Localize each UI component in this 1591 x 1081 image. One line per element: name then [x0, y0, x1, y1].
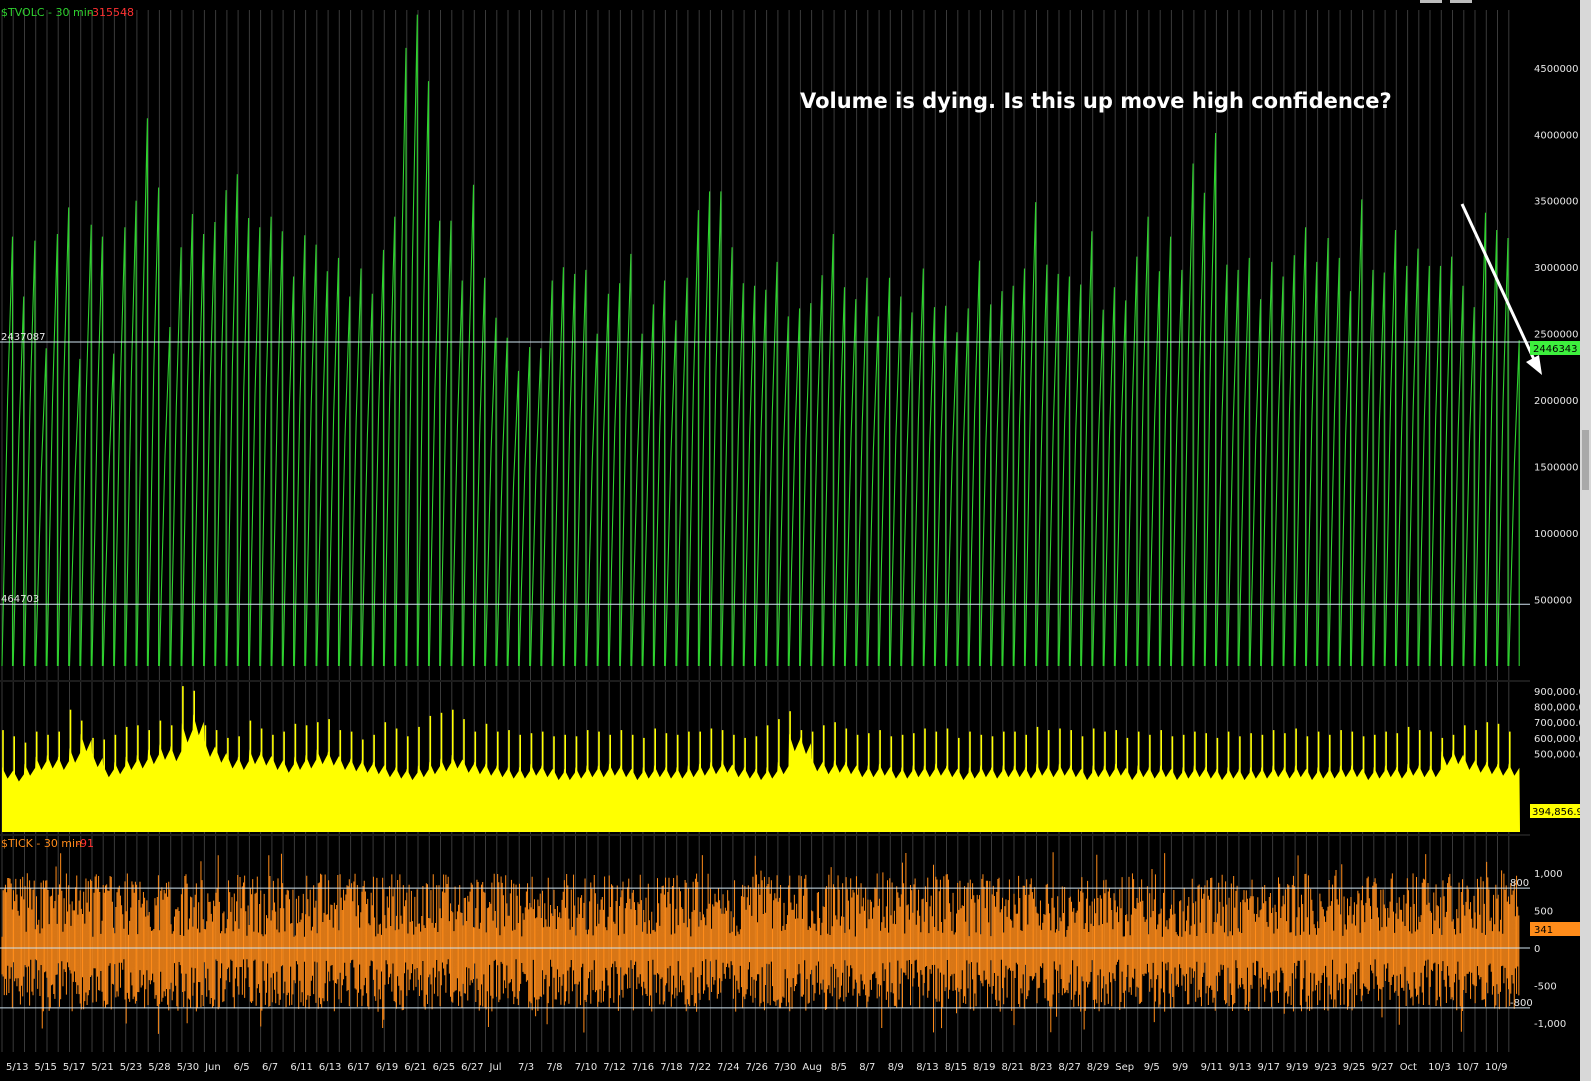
tick-y-tick: 0 [1534, 944, 1540, 955]
x-tick-label: Aug [802, 1062, 822, 1073]
x-tick-label: Jun [204, 1062, 221, 1073]
x-tick-label: 9/9 [1172, 1062, 1188, 1073]
x-tick-label: 6/17 [347, 1062, 369, 1073]
tvolc-y-tick: 3500000 [1534, 197, 1579, 208]
x-tick-label: 8/9 [888, 1062, 904, 1073]
tick-y-tick: -500 [1534, 982, 1557, 993]
x-tick-label: 5/21 [91, 1062, 113, 1073]
x-tick-label: Jul [489, 1062, 502, 1073]
tick-series-label: $TICK - 30 min [1, 837, 82, 850]
x-tick-label: 9/25 [1343, 1062, 1365, 1073]
x-tick-label: 6/7 [262, 1062, 278, 1073]
x-tick-label: 9/17 [1258, 1062, 1280, 1073]
vertical-scrollbar[interactable] [1580, 0, 1591, 1081]
chart-annotation: Volume is dying. Is this up move high co… [800, 89, 1392, 113]
tvolc-y-tick: 500000 [1534, 596, 1572, 607]
tvolc-last-value-tag: 2446343 [1530, 341, 1582, 355]
tvolc-y-tick: 4500000 [1534, 64, 1579, 75]
x-tick-label: 5/17 [63, 1062, 85, 1073]
tvolc-y-tick: 3000000 [1534, 263, 1579, 274]
x-tick-label: 8/27 [1058, 1062, 1080, 1073]
tick-y-tick: 500 [1534, 907, 1553, 918]
window-control[interactable] [1450, 0, 1472, 3]
tvolc-y-tick: 4000000 [1534, 130, 1579, 141]
tvolc-y-tick: 2000000 [1534, 396, 1579, 407]
scrollbar-thumb[interactable] [1582, 430, 1589, 490]
x-tick-label: 7/24 [717, 1062, 739, 1073]
x-tick-label: 10/9 [1485, 1062, 1507, 1073]
x-tick-label: 6/19 [376, 1062, 398, 1073]
x-tick-label: 8/5 [831, 1062, 847, 1073]
window-control[interactable] [1420, 0, 1442, 3]
x-tick-label: 5/23 [120, 1062, 142, 1073]
tvolc-reference-label: 464703 [1, 594, 39, 605]
tvolc-reference-label: 2437087 [1, 332, 46, 343]
x-tick-label: 9/19 [1286, 1062, 1308, 1073]
x-tick-label: 9/11 [1201, 1062, 1223, 1073]
x-tick-label: 7/16 [632, 1062, 654, 1073]
x-tick-label: 8/21 [1002, 1062, 1024, 1073]
x-tick-label: 6/25 [433, 1062, 455, 1073]
tick-last-value: 341 [1534, 925, 1553, 936]
x-tick-label: 6/13 [319, 1062, 341, 1073]
tick-series-value: -91 [76, 837, 94, 850]
x-tick-label: 9/5 [1144, 1062, 1160, 1073]
x-tick-label: 9/13 [1229, 1062, 1251, 1073]
chart-canvas: 2437087 464703 4500000 4000000 3500000 30000… [0, 0, 1591, 1081]
x-tick-label: 9/23 [1314, 1062, 1336, 1073]
x-tick-label: 8/19 [973, 1062, 995, 1073]
x-tick-label: 8/29 [1087, 1062, 1109, 1073]
x-tick-label: 7/10 [575, 1062, 597, 1073]
x-tick-label: Sep [1115, 1062, 1134, 1073]
tick-reference-label: -800 [1510, 998, 1533, 1009]
x-tick-label: 8/7 [859, 1062, 875, 1073]
x-tick-label: 10/3 [1428, 1062, 1450, 1073]
tick-y-tick: 1,000 [1534, 869, 1563, 880]
x-tick-label: 7/18 [660, 1062, 682, 1073]
x-tick-label: 8/23 [1030, 1062, 1052, 1073]
tick-y-tick: -1,000 [1534, 1019, 1566, 1030]
x-tick-label: 5/15 [34, 1062, 56, 1073]
tvolc-y-tick: 1000000 [1534, 529, 1579, 540]
x-tick-label: 6/5 [234, 1062, 250, 1073]
x-tick-label: 9/27 [1371, 1062, 1393, 1073]
x-tick-label: 7/8 [546, 1062, 562, 1073]
x-tick-label: 5/13 [6, 1062, 28, 1073]
tvolc-last-value: 2446343 [1533, 344, 1578, 355]
x-tick-label: 7/22 [689, 1062, 711, 1073]
x-tick-label: 7/3 [518, 1062, 534, 1073]
x-tick-label: 7/30 [774, 1062, 796, 1073]
tvolc-series-label: $TVOLC - 30 min [1, 6, 94, 19]
x-tick-label: 6/27 [461, 1062, 483, 1073]
x-tick-label: 7/26 [746, 1062, 768, 1073]
x-tick-label: 10/7 [1457, 1062, 1479, 1073]
x-tick-label: Oct [1400, 1062, 1417, 1073]
x-tick-label: 8/13 [916, 1062, 938, 1073]
x-tick-label: 5/30 [177, 1062, 199, 1073]
tick-reference-label: 800 [1510, 878, 1529, 889]
tvolc-y-tick: 2500000 [1534, 330, 1579, 341]
x-tick-label: 6/11 [290, 1062, 312, 1073]
tvolc-y-tick: 1500000 [1534, 463, 1579, 474]
x-tick-label: 8/15 [945, 1062, 967, 1073]
tvolc-series-value: -315548 [88, 6, 134, 19]
x-tick-label: 5/28 [148, 1062, 170, 1073]
x-tick-label: 6/21 [404, 1062, 426, 1073]
x-tick-label: 7/12 [603, 1062, 625, 1073]
